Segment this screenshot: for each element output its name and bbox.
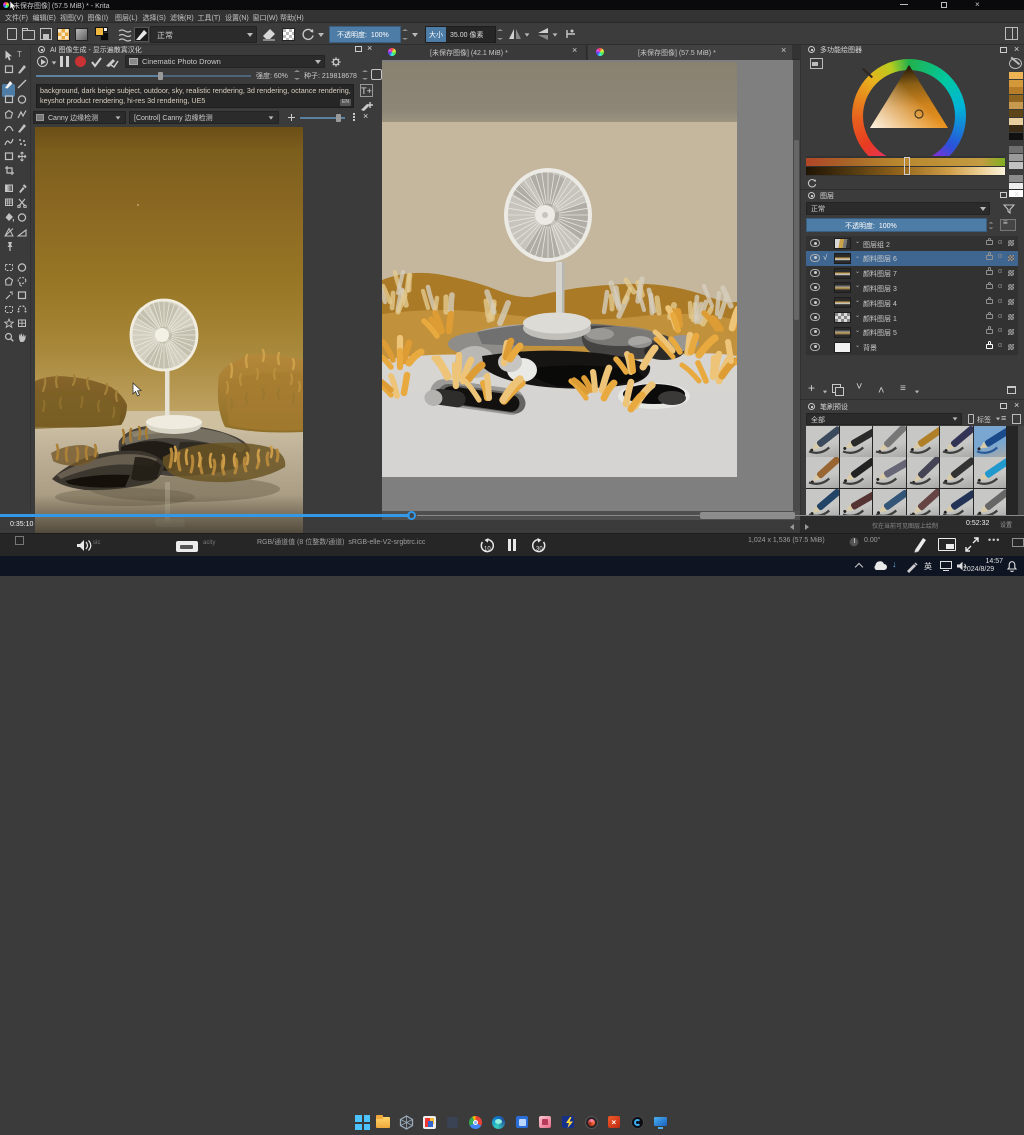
- svg-text:10: 10: [484, 547, 491, 553]
- svg-text:30: 30: [536, 547, 543, 553]
